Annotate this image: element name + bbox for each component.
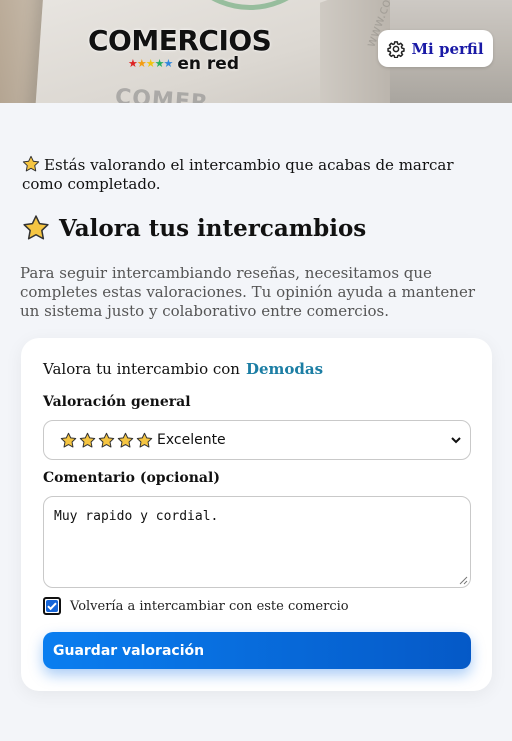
rating-select[interactable]: Excelente — [43, 420, 471, 460]
logo-subline: ★★★★★ en red — [128, 54, 271, 74]
page-heading: Valora tus intercambios — [22, 214, 366, 242]
star-icon — [79, 432, 96, 448]
rating-stars — [60, 432, 153, 449]
rating-target-prefix: Valora tu intercambio con — [43, 360, 240, 378]
repeat-exchange-checkbox[interactable] — [43, 597, 61, 615]
rating-target: Valora tu intercambio con Demodas — [43, 360, 323, 378]
hero-banner: COMER www.com COMERCIOS ★★★★★ en red Mi … — [0, 0, 512, 103]
repeat-exchange-row: Volvería a intercambiar con este comerci… — [43, 597, 349, 615]
intro-text: Para seguir intercambiando reseñas, nece… — [20, 264, 475, 320]
logo-title: COMERCIOS — [88, 24, 272, 57]
save-rating-button[interactable]: Guardar valoración — [43, 632, 471, 669]
checkmark-icon — [47, 602, 57, 611]
logo-subtitle: en red — [177, 54, 240, 74]
notice-text: Estás valorando el intercambio que acaba… — [22, 156, 454, 193]
save-rating-label: Guardar valoración — [53, 642, 205, 659]
gear-icon — [387, 40, 406, 58]
resize-grip-icon[interactable] — [459, 576, 468, 585]
partner-name[interactable]: Demodas — [246, 360, 323, 378]
comment-value: Muy rapido y cordial. — [54, 509, 219, 524]
checkbox-fill — [46, 600, 58, 612]
star-icon — [22, 155, 40, 172]
chevron-down-icon — [451, 437, 461, 444]
star-icon — [136, 432, 153, 448]
star-icon — [98, 432, 115, 448]
profile-button-label: Mi perfil — [411, 39, 484, 58]
comment-label: Comentario (opcional) — [43, 470, 220, 486]
repeat-exchange-label: Volvería a intercambiar con este comerci… — [70, 598, 349, 614]
logo[interactable]: COMERCIOS ★★★★★ en red — [88, 24, 272, 75]
logo-stars-icon: ★★★★★ — [128, 57, 173, 70]
star-icon — [117, 432, 134, 448]
star-icon — [23, 215, 49, 240]
completion-notice: Estás valorando el intercambio que acaba… — [22, 155, 472, 194]
comment-textarea[interactable]: Muy rapido y cordial. — [43, 496, 471, 588]
profile-button[interactable]: Mi perfil — [378, 30, 493, 67]
rating-value: Excelente — [157, 432, 226, 448]
star-icon — [60, 432, 77, 448]
rating-label: Valoración general — [43, 394, 191, 410]
rating-form-card: Valora tu intercambio con Demodas Valorac… — [21, 338, 492, 691]
page-title: Valora tus intercambios — [59, 214, 367, 242]
